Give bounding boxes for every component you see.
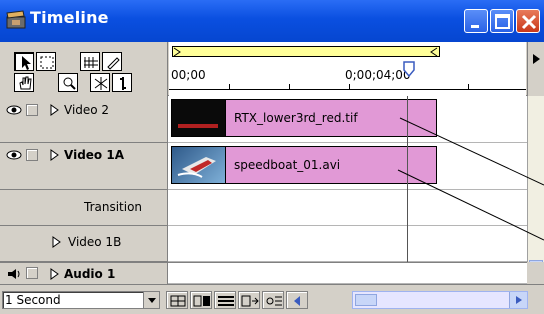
- ruler-tick: [229, 84, 230, 90]
- track-select-tool-icon[interactable]: [80, 52, 100, 71]
- track-lane[interactable]: [168, 226, 527, 262]
- track-name: Video 1A: [64, 148, 124, 162]
- track-options-icon: [266, 296, 282, 306]
- track-header: Video 1B: [0, 226, 168, 262]
- vertical-scrollbar[interactable]: [527, 96, 544, 284]
- zoom-level-value: 1 Second: [5, 293, 61, 307]
- toggle-sync-button[interactable]: [238, 291, 260, 309]
- track-video-1b: Video 1B: [0, 226, 527, 262]
- horizontal-scrollbar[interactable]: [352, 291, 528, 309]
- track-header: Audio 1: [0, 262, 168, 284]
- track-header: Video 1A: [0, 143, 168, 190]
- triangle-right-icon: [533, 54, 540, 64]
- toggle-snap-button[interactable]: [166, 291, 188, 309]
- eye-icon[interactable]: [6, 149, 22, 161]
- scroll-thumb[interactable]: [355, 294, 377, 306]
- range-select-tool-icon[interactable]: [36, 52, 56, 71]
- track-options-button[interactable]: [262, 291, 284, 309]
- ruler-start-timecode: 00;00: [171, 68, 206, 82]
- toggle-shift-tracks-button[interactable]: [214, 291, 236, 309]
- toggle-edge-view-button[interactable]: [190, 291, 212, 309]
- maximize-icon: [495, 14, 510, 29]
- track-name: Video 2: [64, 103, 110, 117]
- track-name: Video 1B: [68, 235, 122, 249]
- edge-view-icon: [193, 295, 210, 307]
- expand-triangle-icon[interactable]: [50, 104, 60, 116]
- ruler-tick: [349, 84, 350, 90]
- ruler-tick: [468, 84, 469, 90]
- window-title: Timeline: [30, 8, 109, 27]
- expand-triangle-icon[interactable]: [52, 236, 62, 248]
- speaker-icon[interactable]: [6, 267, 22, 281]
- razor-tool-icon[interactable]: [90, 73, 110, 92]
- lock-toggle[interactable]: [26, 267, 38, 279]
- track-lane[interactable]: RTX_lower3rd_red.tif: [168, 96, 527, 143]
- title-thumbnail: [172, 100, 226, 136]
- track-area: Video 2 RTX_lower3rd_red.tif Video 1A sp…: [0, 96, 527, 262]
- track-lane[interactable]: speedboat_01.avi: [168, 143, 527, 190]
- close-icon: [521, 14, 537, 30]
- toolbar: 00;00 0;00;04;00: [0, 42, 544, 96]
- track-video-1a: Video 1A speedboat_01.avi: [0, 143, 527, 190]
- edit-line[interactable]: [407, 96, 408, 262]
- work-area-bar[interactable]: [172, 46, 440, 57]
- chevron-down-icon: [148, 298, 156, 303]
- lower-third-bar: [178, 124, 218, 128]
- sync-icon: [241, 295, 259, 307]
- clip-rtx-lower3rd[interactable]: RTX_lower3rd_red.tif: [171, 99, 437, 137]
- track-audio-1: Audio 1: [0, 262, 527, 284]
- track-lane[interactable]: [168, 190, 527, 226]
- clip-label: speedboat_01.avi: [234, 158, 341, 172]
- snap-icon: [170, 295, 186, 307]
- ruler-baseline: [169, 89, 526, 90]
- expand-triangle-icon[interactable]: [50, 268, 60, 280]
- hand-tool-icon[interactable]: [14, 73, 34, 92]
- scroll-right-button[interactable]: [509, 292, 527, 308]
- arrow-left-icon: [294, 296, 300, 306]
- selection-tool-icon[interactable]: [14, 52, 34, 71]
- track-header: Transition: [0, 190, 168, 226]
- ruler-tick: [289, 84, 290, 90]
- expand-triangle-icon[interactable]: [50, 149, 60, 161]
- track-header: Video 2: [0, 96, 168, 143]
- maximize-button[interactable]: [490, 9, 514, 33]
- zoom-tool-icon[interactable]: [58, 73, 78, 92]
- clip-speedboat[interactable]: speedboat_01.avi: [171, 146, 437, 184]
- timeline-menu-button[interactable]: [527, 42, 544, 96]
- footer: Audio 1 1 Second: [0, 262, 544, 314]
- edit-line-marker-icon[interactable]: [399, 60, 419, 84]
- title-bar[interactable]: Timeline: [0, 0, 544, 42]
- lock-toggle[interactable]: [26, 149, 38, 161]
- tool-palette: [0, 42, 168, 96]
- speedboat-thumbnail: [172, 147, 226, 183]
- eye-icon[interactable]: [6, 104, 22, 116]
- lock-toggle[interactable]: [26, 104, 38, 116]
- close-button[interactable]: [516, 9, 540, 33]
- pen-tool-icon[interactable]: [102, 52, 122, 71]
- dropdown-button[interactable]: [143, 292, 159, 308]
- shift-tracks-icon: [218, 296, 234, 306]
- in-out-tool-icon[interactable]: [112, 73, 132, 92]
- arrow-right-icon: [516, 296, 522, 304]
- track-name: Audio 1: [64, 267, 116, 281]
- clapperboard-icon: [6, 10, 26, 30]
- track-name: Transition: [84, 200, 143, 214]
- clip-label: RTX_lower3rd_red.tif: [234, 111, 358, 125]
- status-bar: 1 Second: [0, 284, 544, 314]
- minimize-button[interactable]: [464, 9, 488, 33]
- minimize-icon: [471, 25, 479, 28]
- speedboat-image: [177, 157, 216, 178]
- track-transition: Transition: [0, 190, 527, 226]
- time-ruler[interactable]: 00;00 0;00;04;00: [169, 42, 526, 96]
- scroll-left-button[interactable]: [286, 291, 308, 309]
- track-video-2: Video 2 RTX_lower3rd_red.tif: [0, 96, 527, 143]
- zoom-level-select[interactable]: 1 Second: [2, 291, 160, 309]
- track-lane[interactable]: [168, 262, 527, 284]
